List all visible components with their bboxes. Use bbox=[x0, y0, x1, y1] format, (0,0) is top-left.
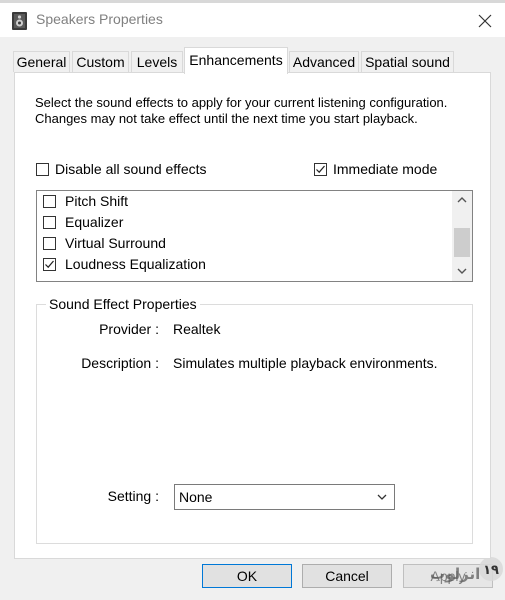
disable-all-checkbox[interactable] bbox=[36, 163, 49, 176]
list-item-label: Pitch Shift bbox=[65, 193, 129, 209]
svg-text:۱۹: ۱۹ bbox=[483, 563, 499, 578]
title-bar[interactable]: Speakers Properties bbox=[0, 3, 505, 37]
effects-list[interactable]: Pitch Shift Equalizer Virtual Surround L… bbox=[36, 190, 473, 282]
list-item-label: Virtual Surround bbox=[65, 235, 166, 251]
check-icon bbox=[45, 260, 54, 269]
description-value: Simulates multiple playback environments… bbox=[173, 355, 438, 371]
virtual-surround-checkbox[interactable] bbox=[43, 237, 56, 250]
setting-dropdown-value: None bbox=[179, 489, 213, 505]
list-item-pitch-shift[interactable]: Pitch Shift bbox=[37, 191, 455, 212]
tab-general[interactable]: General bbox=[13, 51, 70, 72]
immediate-mode-label[interactable]: Immediate mode bbox=[333, 161, 437, 177]
effects-list-scrollbar[interactable] bbox=[452, 191, 472, 281]
immediate-mode-checkbox[interactable] bbox=[314, 163, 327, 176]
scroll-thumb[interactable] bbox=[454, 228, 470, 257]
speaker-icon bbox=[11, 11, 29, 31]
pitch-shift-checkbox[interactable] bbox=[43, 195, 56, 208]
close-icon bbox=[478, 14, 492, 28]
list-item-loudness-equalization[interactable]: Loudness Equalization bbox=[37, 254, 455, 275]
provider-label: Provider : bbox=[99, 321, 159, 337]
setting-dropdown[interactable]: None bbox=[174, 484, 395, 510]
list-item-virtual-surround[interactable]: Virtual Surround bbox=[37, 233, 455, 254]
close-button[interactable] bbox=[470, 6, 500, 36]
tab-enhancements[interactable]: Enhancements bbox=[184, 47, 288, 74]
list-item-label: Loudness Equalization bbox=[65, 256, 206, 272]
setting-label: Setting : bbox=[107, 488, 159, 504]
watermark-logo-icon: ۱۹ bbox=[478, 556, 504, 582]
chevron-up-icon bbox=[457, 197, 467, 203]
tab-advanced[interactable]: Advanced bbox=[289, 51, 359, 72]
enhancements-panel: Select the sound effects to apply for yo… bbox=[14, 72, 491, 559]
list-item-equalizer[interactable]: Equalizer bbox=[37, 212, 455, 233]
instructions-text: Select the sound effects to apply for yo… bbox=[35, 95, 448, 126]
scroll-up-button[interactable] bbox=[452, 191, 472, 209]
chevron-down-icon bbox=[457, 268, 467, 274]
cancel-button[interactable]: Cancel bbox=[302, 564, 392, 588]
tab-spatial-sound[interactable]: Spatial sound bbox=[361, 51, 454, 72]
description-label: Description : bbox=[81, 355, 159, 371]
tab-levels[interactable]: Levels bbox=[131, 51, 183, 72]
tab-custom[interactable]: Custom bbox=[72, 51, 129, 72]
loudness-equalization-checkbox[interactable] bbox=[43, 258, 56, 271]
list-item-label: Equalizer bbox=[65, 214, 124, 230]
ok-button[interactable]: OK bbox=[202, 564, 292, 588]
check-icon bbox=[316, 165, 325, 174]
equalizer-checkbox[interactable] bbox=[43, 216, 56, 229]
group-title: Sound Effect Properties bbox=[46, 296, 200, 312]
chevron-down-icon bbox=[377, 494, 387, 500]
window-title: Speakers Properties bbox=[36, 11, 163, 27]
watermark-text: انزلوب bbox=[430, 566, 481, 583]
disable-all-label[interactable]: Disable all sound effects bbox=[55, 161, 207, 177]
provider-value: Realtek bbox=[173, 321, 221, 337]
scroll-down-button[interactable] bbox=[452, 263, 472, 281]
